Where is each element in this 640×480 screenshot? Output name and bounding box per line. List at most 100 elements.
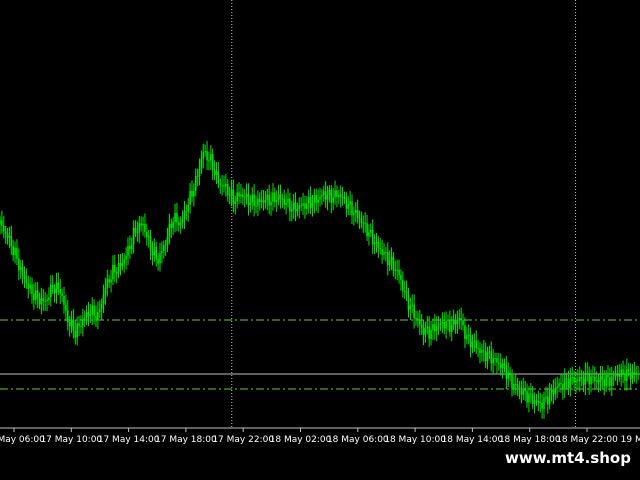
candle-body bbox=[57, 282, 60, 289]
candle-body bbox=[370, 229, 372, 233]
candle-body bbox=[68, 322, 71, 327]
candle-body bbox=[629, 371, 632, 380]
candle-body bbox=[400, 275, 402, 281]
candle-body bbox=[622, 369, 624, 374]
candle-body bbox=[311, 203, 314, 208]
candle-body bbox=[255, 205, 257, 207]
candle-body bbox=[588, 374, 590, 385]
candle-body bbox=[626, 369, 628, 381]
candle-body bbox=[98, 309, 101, 312]
candle-body bbox=[215, 171, 218, 175]
candle-body bbox=[268, 194, 270, 206]
candle-body bbox=[319, 196, 321, 200]
candle-body bbox=[55, 282, 58, 294]
candle-body bbox=[200, 158, 203, 170]
candle-body bbox=[204, 151, 206, 153]
candle-body bbox=[174, 212, 176, 222]
candle-body bbox=[499, 363, 502, 369]
candle-body bbox=[334, 190, 336, 198]
candle-body bbox=[454, 319, 457, 325]
x-tick-label: 18 May 06:00 bbox=[327, 435, 389, 445]
candle-body bbox=[238, 192, 240, 197]
candle-body bbox=[430, 329, 432, 339]
candle-body bbox=[477, 347, 479, 349]
candle-body bbox=[149, 236, 152, 252]
candle-body bbox=[48, 297, 50, 300]
candle-body bbox=[398, 269, 400, 276]
candle-body bbox=[193, 190, 195, 197]
candle-body bbox=[270, 201, 272, 206]
candle-body bbox=[473, 340, 476, 342]
candle-body bbox=[142, 223, 144, 226]
candle-body bbox=[435, 326, 438, 331]
candle-body bbox=[119, 263, 122, 266]
candle-body bbox=[296, 209, 299, 212]
candle-body bbox=[89, 314, 92, 316]
candle-body bbox=[520, 388, 523, 395]
candle-body bbox=[556, 386, 558, 388]
candle-body bbox=[8, 235, 11, 238]
candle-body bbox=[277, 194, 280, 200]
candle-body bbox=[614, 375, 617, 377]
candle-body bbox=[595, 380, 598, 382]
candle-body bbox=[482, 350, 485, 352]
candle-body bbox=[164, 244, 167, 246]
candle-body bbox=[66, 310, 69, 323]
candle-body bbox=[358, 217, 361, 219]
candle-body bbox=[217, 171, 220, 184]
candle-body bbox=[550, 389, 553, 393]
candle-body bbox=[415, 318, 417, 320]
candle-body bbox=[394, 269, 397, 271]
candle-body bbox=[72, 319, 75, 331]
candle-body bbox=[87, 312, 90, 316]
candle-body bbox=[65, 304, 67, 311]
candle-body bbox=[418, 320, 421, 325]
candle-body bbox=[349, 201, 351, 205]
candle-body bbox=[159, 252, 161, 264]
candle-body bbox=[130, 244, 133, 250]
candle-body bbox=[226, 184, 229, 196]
candle-body bbox=[627, 369, 630, 372]
candle-body bbox=[10, 235, 13, 247]
candle-body bbox=[441, 321, 444, 324]
candle-body bbox=[469, 334, 472, 348]
candle-body bbox=[584, 372, 587, 385]
candle-body bbox=[488, 351, 491, 353]
candle-body bbox=[637, 373, 639, 375]
candle-body bbox=[123, 259, 126, 264]
candle-body bbox=[548, 392, 551, 405]
candle-body bbox=[479, 348, 481, 353]
candle-body bbox=[475, 340, 478, 348]
price-chart[interactable]: 17 May 06:0017 May 10:0017 May 14:0017 M… bbox=[0, 0, 640, 480]
candle-body bbox=[390, 257, 393, 261]
candle-body bbox=[618, 374, 621, 377]
candle-body bbox=[411, 304, 414, 306]
candle-body bbox=[76, 323, 78, 338]
candle-body bbox=[616, 374, 619, 377]
candle-body bbox=[467, 334, 470, 336]
candle-body bbox=[2, 225, 5, 232]
candle-body bbox=[336, 190, 338, 197]
candle-body bbox=[157, 258, 159, 264]
candle-body bbox=[315, 195, 318, 203]
candle-body bbox=[539, 401, 542, 403]
candle-body bbox=[464, 325, 466, 340]
candle-body bbox=[501, 363, 504, 369]
candle-body bbox=[362, 222, 365, 224]
candle-body bbox=[127, 246, 129, 256]
candle-body bbox=[603, 379, 606, 387]
candle-body bbox=[50, 284, 52, 298]
candle-body bbox=[592, 376, 594, 378]
candle-body bbox=[240, 194, 242, 197]
candle-body bbox=[326, 195, 329, 200]
candle-body bbox=[136, 231, 139, 233]
candle-body bbox=[309, 196, 312, 208]
candle-body bbox=[16, 247, 18, 259]
candle-body bbox=[328, 189, 331, 196]
candle-body bbox=[610, 376, 613, 386]
candle-body bbox=[260, 200, 263, 203]
candle-body bbox=[545, 396, 547, 398]
candle-body bbox=[100, 303, 103, 310]
candle-body bbox=[1, 220, 3, 226]
candle-body bbox=[432, 324, 434, 330]
